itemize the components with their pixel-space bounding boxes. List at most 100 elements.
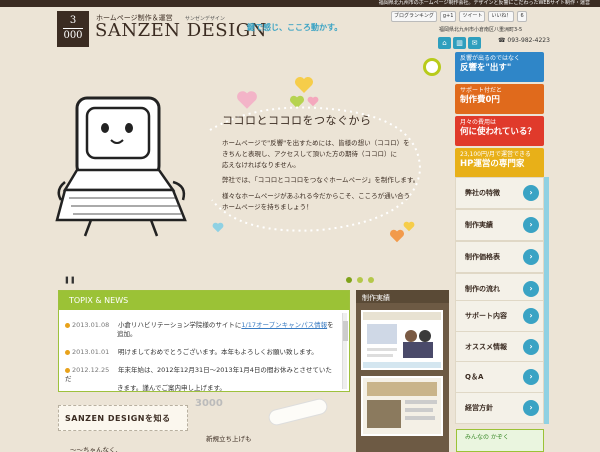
arrow-right-icon: › — [523, 185, 539, 201]
works-title: 制作実績 — [356, 290, 449, 303]
menu-accent-bar — [544, 361, 549, 393]
banner-hp-expert[interactable]: 23,100円/月で運営できる HP運営の専門家 — [455, 148, 544, 178]
family-card[interactable]: みんなの かぞく — [456, 429, 544, 452]
banner-big: HP運営の専門家 — [460, 159, 525, 169]
social-buttons: ブログランキング g+1 ツイート いいね！ 6 — [391, 11, 527, 22]
slide-dot-3[interactable] — [368, 277, 374, 283]
slide-indicators — [346, 277, 374, 283]
menu-features[interactable]: 弊社の特徴 › — [455, 177, 544, 209]
menu-accent-bar — [544, 392, 549, 424]
banner-small: 月々の費用は — [460, 119, 497, 126]
topbar: 福岡県北九州市のホームページ制作会社。デザインと反響にこだわったWEBサイト制作… — [0, 0, 600, 7]
works-screenshot[interactable] — [361, 310, 443, 370]
slide-dot-2[interactable] — [357, 277, 363, 283]
news-item: 2013.01.08 小倉リハビリテーション学院様のサイトに1/17オープンキャン… — [65, 321, 335, 339]
tagline: 鍵で感じ、こころ動かす。 — [247, 23, 343, 32]
news-date: 2012.12.25 — [72, 366, 110, 374]
hero-paragraph-1a: ホームページで"反響"を出すためには、皆様の想い（ココロ）を — [222, 139, 410, 147]
news-date: 2013.01.01 — [72, 348, 110, 356]
hero-title: ココロとココロをつなぐから — [222, 114, 372, 127]
mail-icon[interactable]: ✉ — [468, 37, 481, 49]
works-panel: 制作実績 — [356, 290, 449, 452]
phone-number[interactable]: ☎ 093-982-4223 — [498, 37, 550, 44]
bullet-icon — [65, 349, 70, 355]
menu-accent-bar — [544, 300, 549, 332]
logo-bottom: 000 — [63, 30, 83, 41]
arrow-right-icon: › — [523, 400, 539, 416]
chalk-decoration — [266, 396, 330, 428]
news-link[interactable]: 1/17オープンキャンパス情報 — [241, 321, 327, 329]
news-text-line2: 追加。 — [117, 330, 137, 338]
banner-free-cost[interactable]: サポート付だと 制作費0円 — [455, 84, 544, 114]
logo-top: 3 — [69, 15, 77, 26]
menu-label: サポート内容 — [465, 312, 507, 320]
banner-small: サポート付だと — [460, 87, 503, 94]
hero-paragraph-1b: きちんと表現し、アクセスして頂いた方の期待（ココロ）に — [222, 150, 397, 158]
banner-monthly-cost[interactable]: 月々の費用は 何に使われている？ — [455, 116, 544, 146]
menu-policy[interactable]: 経営方針 › — [455, 392, 544, 424]
like-button[interactable]: いいね！ — [488, 11, 515, 22]
topix-heading: TOPIX & NEWS — [59, 291, 349, 310]
hero-paragraph-3a: 様々なホームページがあふれる今だからこそ、こころが通い合う — [222, 192, 411, 200]
menu-label: 制作実績 — [465, 221, 493, 229]
news-text-line2: きます。謹んでご案内申し上げます。 — [117, 384, 226, 392]
menu-works[interactable]: 制作実績 › — [455, 209, 544, 241]
heart-yellow-icon — [295, 77, 313, 93]
blog-ranking-button[interactable]: ブログランキング — [391, 11, 437, 22]
menu-recommend[interactable]: オススメ情報 › — [455, 331, 544, 363]
gplus-button[interactable]: g+1 — [439, 11, 457, 22]
menu-qa[interactable]: Q＆A › — [455, 361, 544, 393]
brand-name[interactable]: SANZEN DESIGN — [95, 20, 267, 41]
news-text: 小倉リハビリテーション学院様のサイトに — [118, 321, 242, 329]
bullet-icon — [65, 367, 70, 373]
menu-price[interactable]: 制作価格表 › — [455, 241, 544, 273]
computer-mascot-illustration — [55, 96, 187, 237]
nav-icons: ⌂ ▥ ✉ — [438, 37, 481, 49]
logo[interactable]: 3 000 — [57, 11, 89, 47]
tweet-button[interactable]: ツイート — [459, 11, 486, 22]
news-text: 明けましておめでとうございます。本年もよろしくお願い致します。 — [118, 348, 318, 356]
logo-divider — [63, 28, 83, 29]
arrow-right-icon: › — [523, 308, 539, 324]
pause-icon[interactable]: ❚❚ — [64, 276, 76, 284]
menu-label: 制作価格表 — [465, 253, 500, 261]
arrow-right-icon: › — [523, 217, 539, 233]
banner-big: 制作費0円 — [460, 95, 500, 105]
news-scrollbar[interactable] — [342, 313, 348, 389]
news-text-after: を — [327, 321, 334, 329]
handwritten-note-2: 〜〜ちゃんなく、 — [70, 446, 122, 452]
address: 福岡県北九州市小倉南区八重洲町3-5 — [439, 27, 523, 33]
news-item: 2012.12.25 年末年始は、2012年12月31日～2013年1月4日の間お… — [65, 366, 335, 393]
menu-label: 制作の流れ — [465, 285, 500, 293]
like-count: 6 — [517, 11, 527, 22]
hero-paragraph-2: 弊社では、「ココロとココロをつなぐホームページ」を制作します。 — [222, 176, 420, 184]
arrow-right-icon: › — [523, 339, 539, 355]
menu-accent-bar — [544, 241, 549, 273]
slide-dot-1[interactable] — [346, 277, 352, 283]
hero-paragraph-1c: 応えなければなりません。 — [222, 161, 300, 169]
banner-small: 反響が出るのではなく — [460, 55, 521, 62]
banner-response[interactable]: 反響が出るのではなく 反響を"出す" — [455, 52, 544, 82]
handwritten-note: 新規立ち上げも — [206, 435, 252, 443]
menu-support[interactable]: サポート内容 › — [455, 300, 544, 332]
works-thumbnail — [363, 378, 441, 434]
news-date: 2013.01.08 — [72, 321, 110, 329]
arrow-right-icon: › — [523, 249, 539, 265]
menu-label: 経営方針 — [465, 404, 493, 412]
works-screenshot[interactable] — [361, 376, 443, 436]
sanzen-design-know-button[interactable]: SANZEN DESIGNを知る — [58, 405, 188, 431]
menu-accent-bar — [544, 209, 549, 241]
slideshow-ring-icon — [423, 58, 441, 76]
menu-label: Q＆A — [465, 373, 484, 381]
banner-big: 反響を"出す" — [460, 63, 512, 73]
decorative-numbers: 3000 — [195, 398, 223, 409]
menu-accent-bar — [544, 331, 549, 363]
news-item: 2013.01.01 明けましておめでとうございます。本年もよろしくお願い致します… — [65, 348, 335, 357]
topix-news-panel: TOPIX & NEWS 2013.01.08 小倉リハビリテーション学院様のサイ… — [58, 290, 350, 392]
menu-label: オススメ情報 — [465, 343, 507, 351]
home-icon[interactable]: ⌂ — [438, 37, 451, 49]
building-icon[interactable]: ▥ — [453, 37, 466, 49]
bullet-icon — [65, 322, 70, 328]
hero-paragraph-3b: ホームページを持ちましょう！ — [222, 203, 313, 211]
scroll-thumb[interactable] — [343, 321, 348, 341]
